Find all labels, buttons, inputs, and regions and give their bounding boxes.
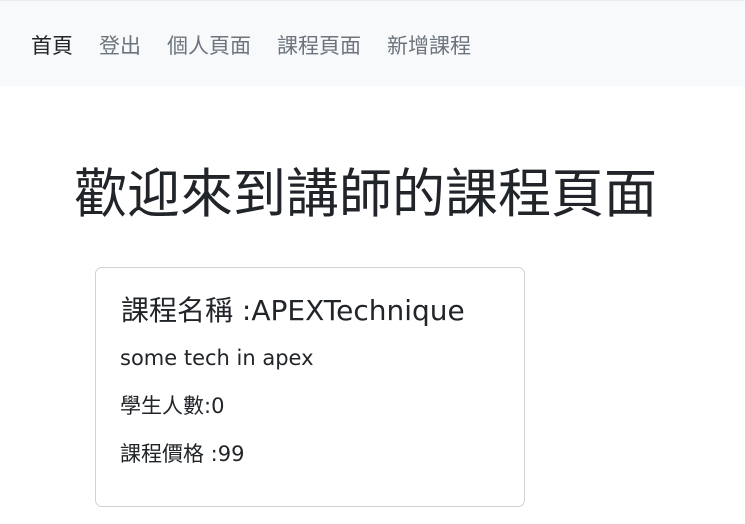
top-navbar: 首頁 登出 個人頁面 課程頁面 新增課程 — [0, 0, 745, 86]
course-price: 課程價格 :99 — [120, 442, 245, 466]
course-title: 課程名稱 :APEXTechnique — [121, 294, 465, 327]
nav-links: 首頁 登出 個人頁面 課程頁面 新增課程 — [31, 31, 471, 61]
nav-profile-link[interactable]: 個人頁面 — [167, 31, 251, 61]
nav-logout-link[interactable]: 登出 — [99, 31, 141, 61]
course-description: some tech in apex — [120, 346, 314, 370]
course-student-count: 學生人數:0 — [120, 394, 225, 418]
nav-home-link[interactable]: 首頁 — [31, 31, 73, 61]
nav-course-page-link[interactable]: 課程頁面 — [277, 31, 361, 61]
page-title: 歡迎來到講師的課程頁面 — [74, 164, 657, 225]
nav-add-course-link[interactable]: 新增課程 — [387, 31, 471, 61]
course-card: 課程名稱 :APEXTechnique some tech in apex 學生… — [95, 267, 525, 507]
